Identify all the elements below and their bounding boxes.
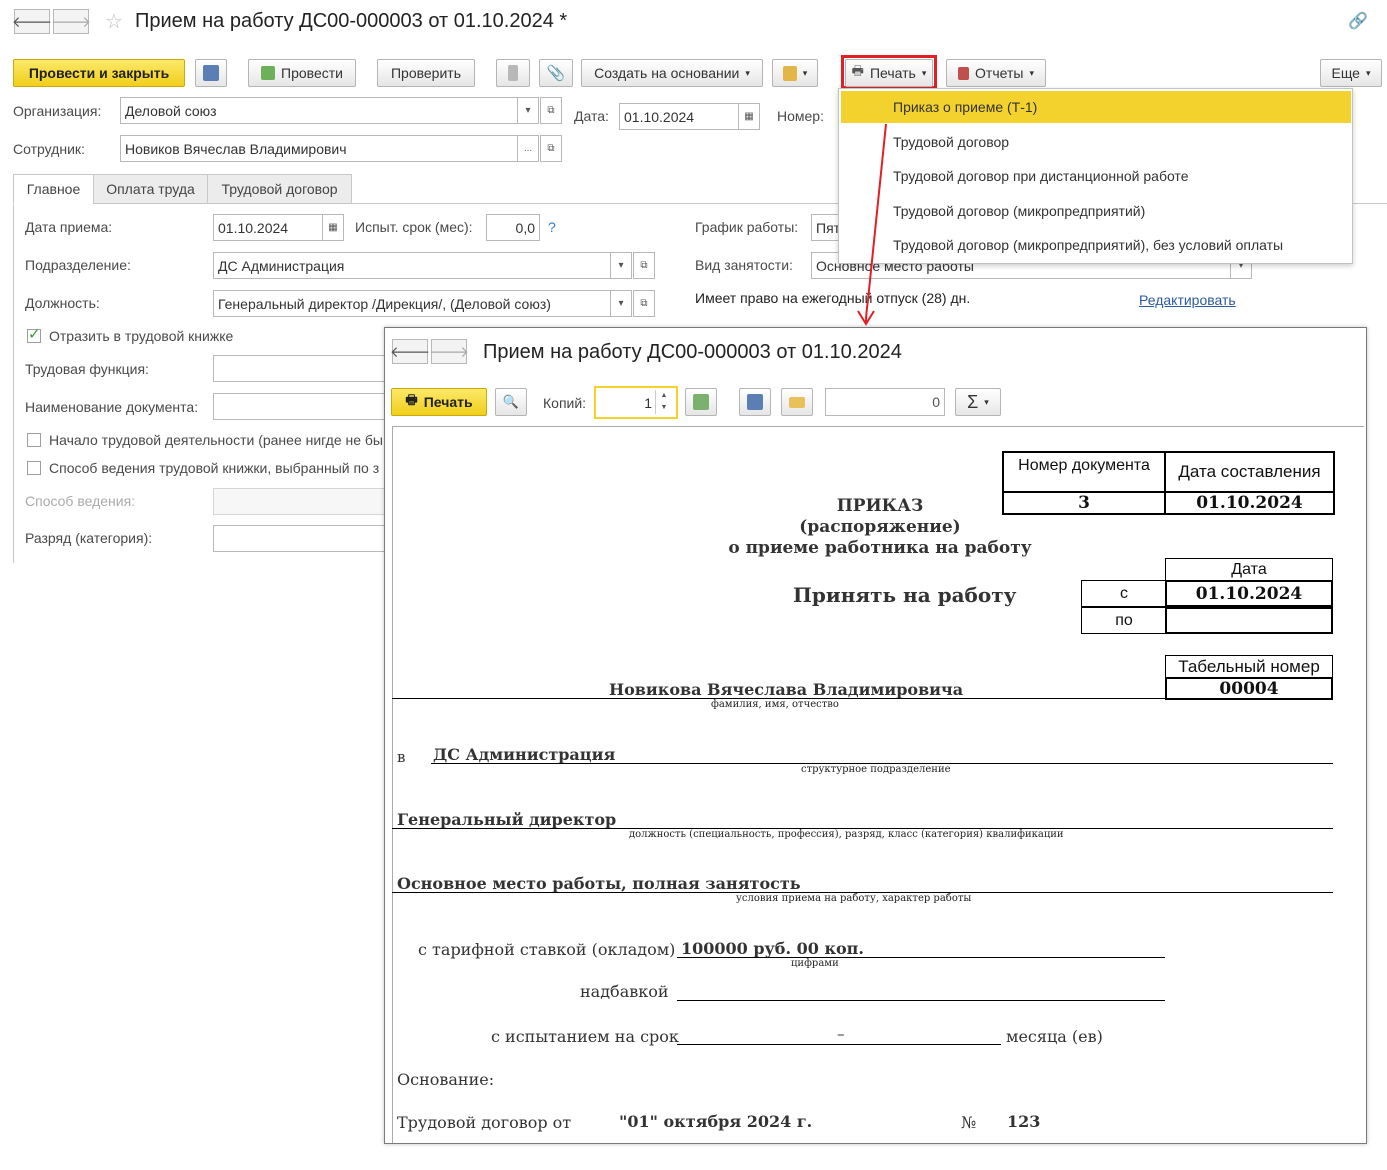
- annotation-arrow: [857, 123, 887, 326]
